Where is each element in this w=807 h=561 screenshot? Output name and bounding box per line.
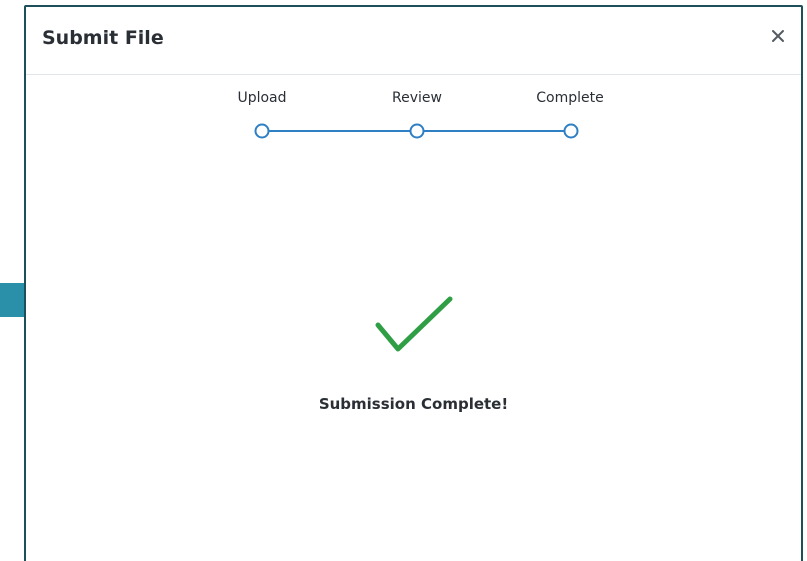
progress-stepper: Upload Review Complete [26,75,801,155]
step-dot-upload[interactable] [254,123,270,139]
success-panel: Submission Complete! [26,295,801,413]
stepper-track [254,123,579,139]
check-icon [375,296,452,352]
step-dot-complete[interactable] [563,123,579,139]
close-icon [772,30,784,42]
dialog-header: Submit File [26,7,801,75]
success-message: Submission Complete! [318,395,509,413]
dialog-title: Submit File [42,27,164,49]
submit-file-dialog: Submit File Upload Review Complete Submi… [24,5,803,561]
screen-canvas: Submit File Upload Review Complete Submi… [0,0,807,561]
close-button[interactable] [765,23,791,49]
step-dot-review[interactable] [409,123,425,139]
